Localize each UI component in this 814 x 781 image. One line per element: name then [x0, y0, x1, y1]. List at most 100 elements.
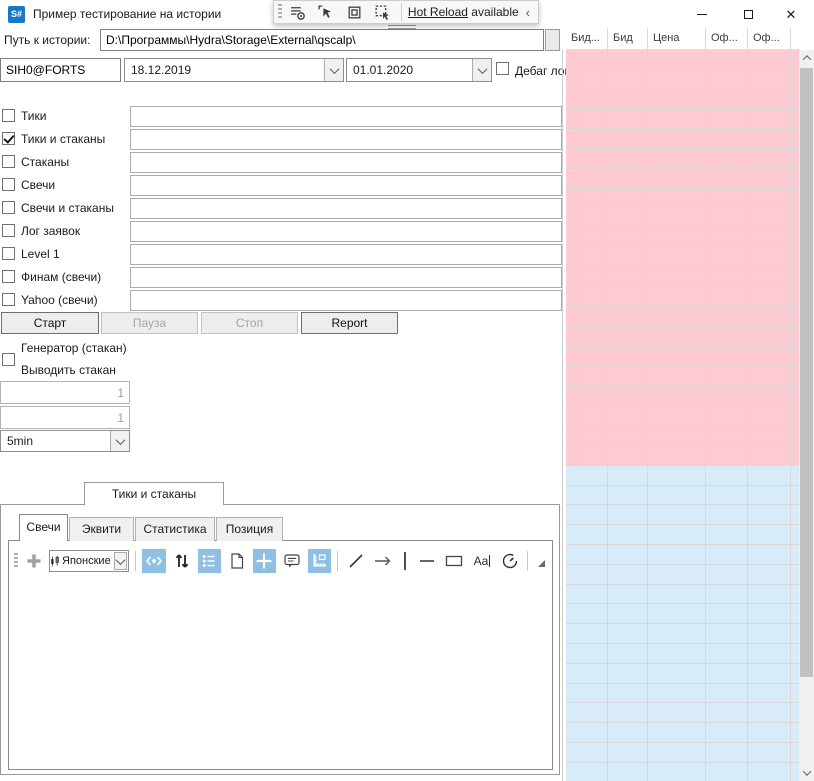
- candle-type-dropdown[interactable]: [114, 552, 128, 570]
- collapse-chevron-icon[interactable]: ‹: [522, 5, 534, 20]
- value1-input[interactable]: [0, 381, 130, 404]
- date-to-dropdown[interactable]: [472, 59, 491, 81]
- orderbook-cell: [748, 149, 791, 169]
- source-checkbox[interactable]: [2, 247, 15, 260]
- orderbook-cell: [608, 268, 648, 288]
- trend-line-icon[interactable]: [344, 549, 368, 573]
- pause-button[interactable]: Пауза: [101, 312, 198, 334]
- orderbook-column-header[interactable]: Бид: [608, 28, 648, 49]
- layout-adorners-icon[interactable]: [341, 2, 366, 22]
- tab-statistics[interactable]: Статистика: [135, 517, 215, 541]
- tab-candles[interactable]: Свечи: [19, 514, 68, 541]
- orderbook-table: [566, 50, 800, 781]
- toolbar-grip[interactable]: [14, 553, 18, 569]
- orderbook-cell: [648, 327, 706, 347]
- orderbook-bid-row: [566, 248, 800, 268]
- orderbook-column-header[interactable]: Цена: [648, 28, 706, 49]
- browse-button[interactable]: [545, 29, 560, 51]
- orderbook-ask-row: [566, 585, 800, 605]
- track-focus-icon[interactable]: [370, 2, 395, 22]
- orderbook-cell: [706, 387, 748, 407]
- orderbook-cell: [566, 703, 608, 723]
- annotation-icon[interactable]: [280, 549, 304, 573]
- source-label: Стаканы: [21, 155, 69, 169]
- candle-type-value: Японские: [60, 555, 113, 567]
- close-button[interactable]: ✕: [768, 0, 814, 28]
- orderbook-column-header[interactable]: Оф...: [706, 28, 748, 49]
- crosshair-icon[interactable]: [253, 549, 277, 573]
- orderbook-cell: [706, 90, 748, 110]
- source-label: Тики и стаканы: [21, 132, 105, 146]
- orderbook-cell: [566, 644, 608, 664]
- generator-checkbox[interactable]: [2, 353, 15, 366]
- source-row: Level 1: [0, 243, 562, 266]
- rectangle-icon[interactable]: [443, 549, 467, 573]
- orderbook-bid-row: [566, 70, 800, 90]
- vertical-scrollbar[interactable]: [799, 50, 814, 781]
- result-tab[interactable]: Тики и стаканы: [84, 482, 224, 505]
- toolbar-grip[interactable]: [278, 4, 282, 20]
- select-element-icon[interactable]: [313, 2, 338, 22]
- scroll-up-icon[interactable]: [799, 50, 814, 66]
- source-checkbox[interactable]: [2, 201, 15, 214]
- maximize-button[interactable]: [725, 0, 771, 28]
- source-checkbox[interactable]: [2, 178, 15, 191]
- candle-type-select[interactable]: Японские: [49, 550, 129, 572]
- security-input[interactable]: [0, 58, 121, 82]
- splitter[interactable]: [562, 50, 563, 781]
- source-checkbox[interactable]: [2, 109, 15, 122]
- fit-width-icon[interactable]: [142, 549, 166, 573]
- history-path-input[interactable]: [100, 29, 544, 51]
- hot-reload-label[interactable]: Hot Reload available: [408, 5, 519, 19]
- value2-input[interactable]: [0, 406, 130, 429]
- stop-button[interactable]: Стоп: [201, 312, 298, 334]
- orderbook-cell: [608, 604, 648, 624]
- orderbook-cell: [748, 684, 791, 704]
- toolbar-separator: [404, 552, 406, 570]
- arrow-icon[interactable]: [372, 549, 396, 573]
- timeframe-select[interactable]: 5min: [0, 430, 130, 452]
- orderbook-cell: [608, 585, 648, 605]
- date-to-picker[interactable]: 01.01.2020: [346, 58, 492, 82]
- new-pane-icon[interactable]: [225, 549, 249, 573]
- orderbook-cell: [608, 228, 648, 248]
- add-icon[interactable]: [22, 549, 46, 573]
- auto-range-y-icon[interactable]: [170, 549, 194, 573]
- orderbook-bid-row: [566, 406, 800, 426]
- report-button[interactable]: Report: [301, 312, 398, 334]
- more-icon[interactable]: [534, 551, 548, 571]
- orderbook-cell: [566, 585, 608, 605]
- debug-log-checkbox[interactable]: [496, 62, 509, 75]
- toolbar-drag-handle[interactable]: [388, 25, 416, 31]
- tab-position[interactable]: Позиция: [216, 517, 283, 541]
- orderbook-cell: [748, 486, 791, 506]
- app-icon: S#: [8, 6, 25, 23]
- orderbook-column-header[interactable]: Оф...: [748, 28, 791, 49]
- orderbook-cell: [566, 525, 608, 545]
- date-from-picker[interactable]: 18.12.2019: [124, 58, 344, 82]
- timeframe-dropdown[interactable]: [110, 431, 129, 451]
- scroll-down-icon[interactable]: [799, 765, 814, 781]
- tab-equity[interactable]: Эквити: [69, 517, 134, 541]
- source-checkbox[interactable]: [2, 293, 15, 306]
- start-button[interactable]: Старт: [1, 312, 99, 334]
- gauge-icon[interactable]: [498, 549, 522, 573]
- minimize-button[interactable]: [679, 0, 725, 28]
- source-checkbox[interactable]: [2, 155, 15, 168]
- source-checkbox[interactable]: [2, 132, 15, 145]
- source-checkbox[interactable]: [2, 270, 15, 283]
- orderbook-cell: [566, 327, 608, 347]
- horizontal-line-icon[interactable]: [415, 549, 439, 573]
- scrollbar-thumb[interactable]: [800, 68, 813, 677]
- source-checkbox[interactable]: [2, 224, 15, 237]
- orderbook-cell: [608, 486, 648, 506]
- orderbook-cell: [608, 169, 648, 189]
- orderbook-ask-row: [566, 565, 800, 585]
- orderbook-column-header[interactable]: Бид...: [566, 28, 608, 49]
- orderbook-cell: [706, 644, 748, 664]
- debug-tree-icon[interactable]: [285, 2, 310, 22]
- text-icon[interactable]: Aa: [470, 549, 494, 573]
- date-from-dropdown[interactable]: [324, 59, 343, 81]
- axis-measure-icon[interactable]: [308, 549, 332, 573]
- legend-icon[interactable]: [198, 549, 222, 573]
